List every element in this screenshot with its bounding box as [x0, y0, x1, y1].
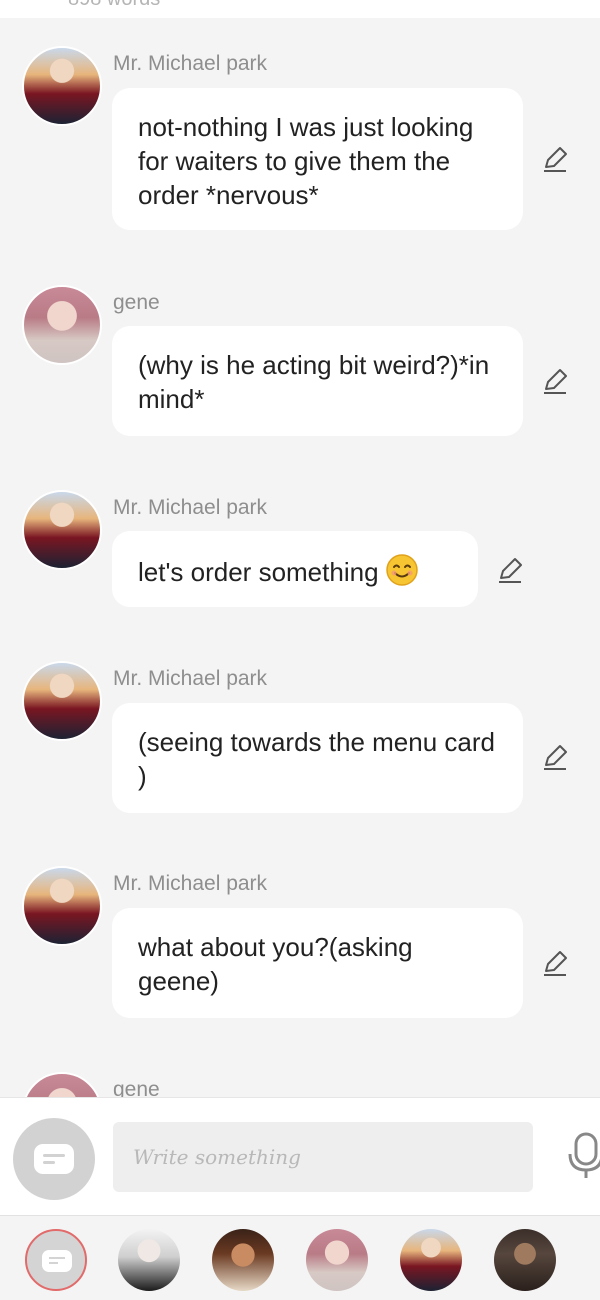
message-bubble[interactable]: let's order something [112, 531, 478, 607]
message-bubble[interactable]: what about you?(asking geene) [112, 908, 523, 1018]
character-avatar[interactable] [118, 1229, 180, 1291]
michael-avatar[interactable] [400, 1229, 462, 1291]
smiling-face-emoji [385, 553, 419, 587]
message-bubble[interactable]: (why is he acting bit weird?)*in mind* [112, 326, 523, 436]
message-list[interactable]: Mr. Michael park not-nothing I was just … [0, 18, 600, 1097]
sender-name: Mr. Michael park [113, 52, 268, 75]
chat-screen: 898 words Mr. Michael park not-nothing I… [0, 0, 600, 1300]
top-strip: 898 words [0, 0, 600, 18]
sender-name: Mr. Michael park [113, 872, 268, 895]
character-strip [0, 1215, 600, 1300]
pencil-icon[interactable] [540, 366, 570, 396]
michael-avatar[interactable] [22, 490, 102, 570]
michael-avatar[interactable] [22, 866, 102, 946]
chat-bubble-icon[interactable] [13, 1118, 95, 1200]
microphone-icon[interactable] [566, 1130, 600, 1180]
sender-name: gene [113, 291, 160, 314]
word-count: 898 words [68, 0, 160, 11]
message-text: let's order something [138, 557, 379, 587]
sender-name: Mr. Michael park [113, 496, 268, 519]
composer-bar [0, 1097, 600, 1215]
message-bubble[interactable]: (seeing towards the menu card ) [112, 703, 523, 813]
gene-avatar[interactable] [22, 1072, 102, 1097]
message-bubble[interactable]: not-nothing I was just looking for waite… [112, 88, 523, 230]
chat-bubble-icon[interactable] [25, 1229, 87, 1291]
message-input[interactable] [113, 1122, 533, 1192]
character-avatar[interactable] [212, 1229, 274, 1291]
michael-avatar[interactable] [22, 661, 102, 741]
sender-name: gene [113, 1078, 160, 1097]
pencil-icon[interactable] [540, 948, 570, 978]
pencil-icon[interactable] [540, 742, 570, 772]
gene-avatar[interactable] [306, 1229, 368, 1291]
gene-avatar[interactable] [22, 285, 102, 365]
pencil-icon[interactable] [540, 144, 570, 174]
pencil-icon[interactable] [495, 555, 525, 585]
michael-avatar[interactable] [22, 46, 102, 126]
character-avatar[interactable] [494, 1229, 556, 1291]
sender-name: Mr. Michael park [113, 667, 268, 690]
